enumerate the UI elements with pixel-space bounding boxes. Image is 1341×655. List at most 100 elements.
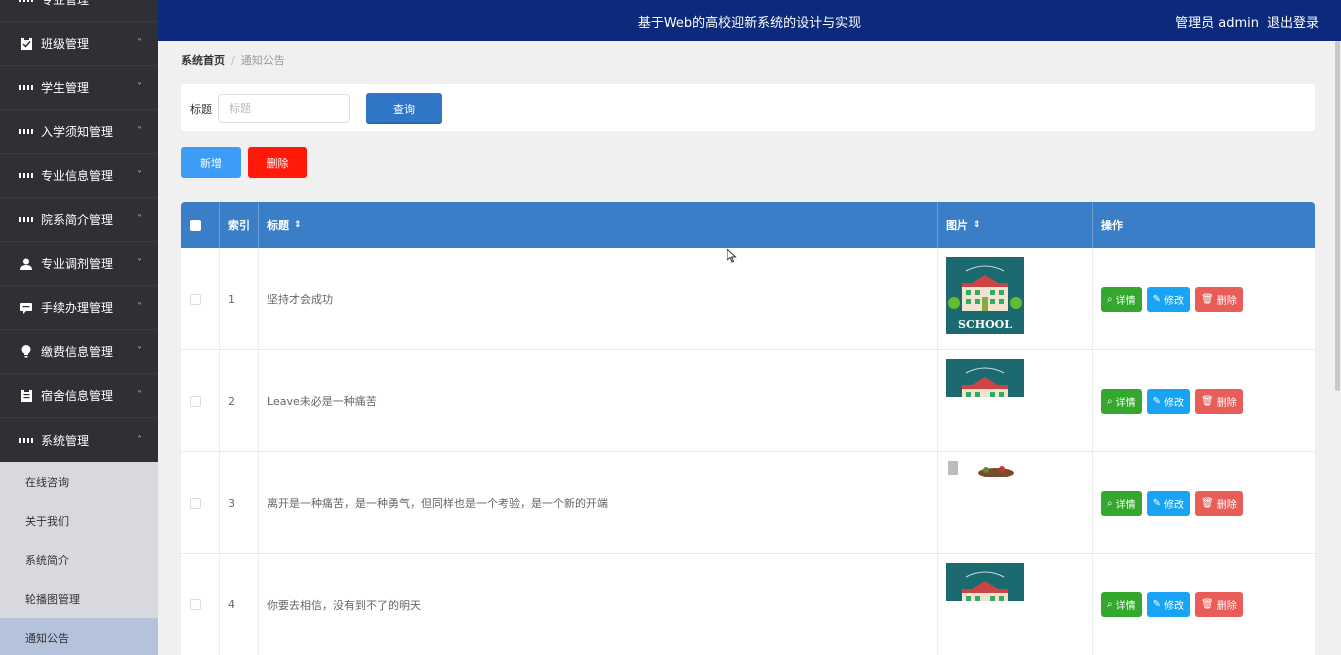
logout-link[interactable]: 退出登录 [1267,16,1319,31]
remove-button[interactable]: 🗑 删除 [1195,490,1243,516]
sidebar-item-admission-notice[interactable]: 入学须知管理 ˅ [0,110,158,154]
detail-button[interactable]: ⌕ 详情 [1101,592,1142,617]
search-icon: ⌕ [1107,497,1113,509]
sort-icon[interactable]: ⇕ [294,220,302,230]
row-index: 2 [220,350,259,452]
row-checkbox-cell [181,248,220,350]
sidebar-item-procedures[interactable]: 手续办理管理 ˅ [0,286,158,330]
remove-button[interactable]: 🗑 删除 [1195,592,1243,617]
edit-label: 修改 [1164,499,1184,511]
row-ops: ⌕ 详情 ✎ 修改 🗑 删除 [1093,350,1315,452]
sidebar-item-major[interactable]: 专业管理 [0,0,158,22]
chevron-down-icon: ˅ [137,214,142,225]
sidebar-item-student[interactable]: 学生管理 ˅ [0,66,158,110]
row-index: 3 [220,452,259,554]
chevron-down-icon: ˅ [137,390,142,401]
row-index: 4 [220,554,259,655]
food-thumbnail[interactable] [946,461,1024,477]
row-index: 1 [220,248,259,350]
chevron-down-icon: ˅ [137,82,142,93]
scrollbar[interactable] [1335,41,1340,391]
trash-icon: 🗑 [1201,497,1214,509]
user-icon [19,257,33,271]
sidebar-item-label: 系统管理 [41,433,90,448]
school-thumbnail[interactable] [946,359,1024,397]
user-area: 管理员 admin 退出登录 [1167,12,1319,31]
detail-button[interactable]: ⌕ 详情 [1101,388,1142,414]
sidebar-item-label: 入学须知管理 [41,125,114,139]
row-image-cell [938,452,1093,554]
admin-label: 管理员 admin [1175,16,1259,31]
search-button[interactable]: 查询 [366,93,442,124]
edit-button[interactable]: ✎ 修改 [1146,592,1190,617]
sidebar-item-label: 院系简介管理 [41,213,114,227]
header-title[interactable]: 标题 ⇕ [259,202,938,248]
row-title: 坚持才会成功 [259,248,938,350]
sidebar-item-major-info[interactable]: 专业信息管理 ˅ [0,154,158,198]
grid-icon [19,433,33,447]
school-thumbnail[interactable] [946,563,1024,601]
remove-label: 删除 [1216,295,1237,307]
pencil-icon: ✎ [1152,599,1161,610]
edit-label: 修改 [1164,397,1184,409]
edit-label: 修改 [1164,601,1184,612]
school-thumbnail[interactable]: SCHOOL [946,257,1024,334]
chevron-down-icon: ˅ [137,126,142,137]
sidebar-item-payment[interactable]: 缴费信息管理 ˅ [0,330,158,374]
edit-button[interactable]: ✎ 修改 [1146,388,1190,414]
submenu-item-about-us[interactable]: 关于我们 [0,501,158,540]
detail-label: 详情 [1115,397,1136,409]
chevron-down-icon: ˅ [137,38,142,49]
detail-button[interactable]: ⌕ 详情 [1101,286,1142,312]
detail-button[interactable]: ⌕ 详情 [1101,490,1142,516]
row-checkbox[interactable] [190,395,201,407]
breadcrumb-home[interactable]: 系统首页 [181,54,225,67]
sidebar-item-label: 班级管理 [41,37,90,51]
table-row: 4 你要去相信，没有到不了的明天 ⌕ 详情 ✎ 修改 🗑 删除 [181,554,1315,655]
submenu-item-system-intro[interactable]: 系统简介 [0,540,158,579]
sort-icon[interactable]: ⇕ [973,220,981,230]
sidebar-item-system[interactable]: 系统管理 ˄ [0,418,158,462]
edit-button[interactable]: ✎ 修改 [1146,286,1190,312]
sidebar-item-label: 专业信息管理 [41,169,114,183]
table-row: 2 Leave未必是一种痛苦 ⌕ 详情 ✎ 修改 🗑 删除 [181,350,1315,452]
remove-button[interactable]: 🗑 删除 [1195,388,1243,414]
row-checkbox-cell [181,554,220,655]
trash-icon: 🗑 [1201,293,1214,305]
remove-label: 删除 [1216,397,1237,409]
top-header: 基于Web的高校迎新系统的设计与实现 管理员 admin 退出登录 [158,0,1341,41]
clipboard-icon [19,37,33,51]
row-checkbox[interactable] [190,293,201,305]
title-search-input[interactable] [218,94,350,123]
breadcrumb-current: 通知公告 [240,54,285,67]
add-button[interactable]: 新增 [181,147,241,178]
detail-label: 详情 [1115,601,1136,612]
pencil-icon: ✎ [1152,395,1161,407]
grid-icon [19,125,33,139]
sidebar-item-class[interactable]: 班级管理 ˅ [0,22,158,66]
row-checkbox[interactable] [190,599,201,610]
remove-label: 删除 [1216,601,1237,612]
submenu-item-carousel[interactable]: 轮播图管理 [0,579,158,618]
submenu-item-notice[interactable]: 通知公告 [0,618,158,655]
edit-button[interactable]: ✎ 修改 [1146,490,1190,516]
app-title: 基于Web的高校迎新系统的设计与实现 [637,16,862,31]
sidebar-item-dormitory[interactable]: 宿舍信息管理 ˅ [0,374,158,418]
sidebar-item-department[interactable]: 院系简介管理 ˅ [0,198,158,242]
pencil-icon: ✎ [1152,497,1161,509]
select-all-checkbox[interactable] [190,219,201,231]
batch-delete-button[interactable]: 删除 [248,147,307,178]
submenu-item-online-consult[interactable]: 在线咨询 [0,462,158,501]
row-checkbox[interactable] [190,497,201,509]
search-icon: ⌕ [1107,395,1113,407]
trash-icon: 🗑 [1201,599,1214,610]
remove-button[interactable]: 🗑 删除 [1195,286,1243,312]
table-row: 3 离开是一种痛苦，是一种勇气，但同样也是一个考验，是一个新的开端 ⌕ 详情 ✎ 修… [181,452,1315,554]
grid-icon [19,213,33,227]
thumb-caption: SCHOOL [958,318,1012,331]
header-image[interactable]: 图片 ⇕ [938,202,1093,248]
row-image-cell [938,350,1093,452]
sidebar-item-major-transfer[interactable]: 专业调剂管理 ˅ [0,242,158,286]
sidebar-item-label: 缴费信息管理 [41,345,114,359]
row-title: 你要去相信，没有到不了的明天 [259,554,938,655]
